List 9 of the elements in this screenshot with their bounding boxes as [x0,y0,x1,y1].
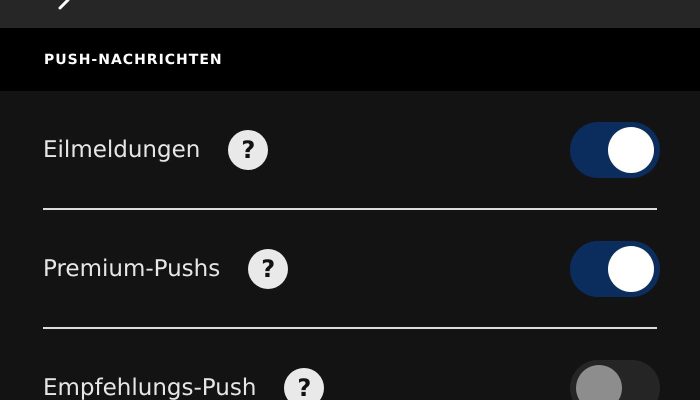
help-button[interactable]: ? [284,368,324,400]
setting-label: Empfehlungs-Push [43,374,256,400]
section-title: PUSH-NACHRICHTEN [44,52,223,68]
back-icon[interactable] [56,0,70,10]
toggle-switch[interactable] [570,360,660,400]
help-button[interactable]: ? [248,248,288,288]
setting-label: Eilmeldungen [43,136,200,162]
setting-label: Premium-Pushs [43,256,220,282]
help-button[interactable]: ? [228,130,268,170]
